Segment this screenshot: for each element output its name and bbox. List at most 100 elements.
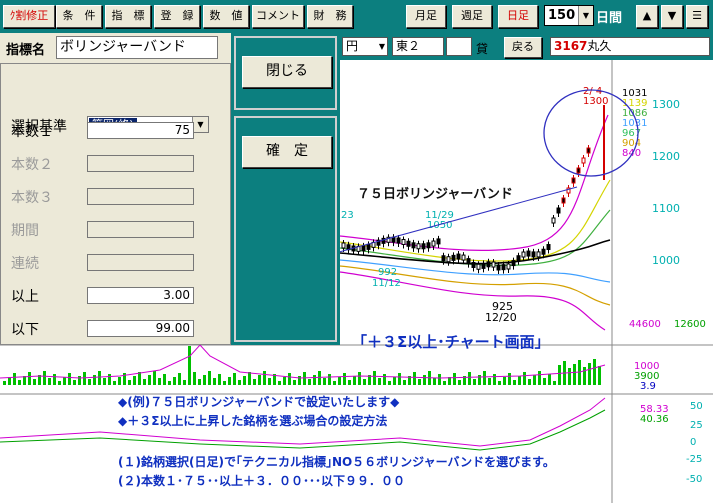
volume-bar — [328, 374, 331, 385]
candle-body — [481, 262, 486, 269]
volume-bar — [543, 378, 546, 385]
price-axis-label: 1000 — [652, 254, 680, 267]
count3-input — [87, 188, 194, 205]
candle-body — [556, 207, 561, 214]
volume-bar — [518, 376, 521, 385]
volume-bar — [143, 379, 146, 385]
band-value-label: 840 — [622, 148, 641, 159]
stock-code-field[interactable]: 3167丸久 — [550, 37, 710, 56]
period-count-select[interactable]: 150 ▼ — [544, 5, 594, 26]
currency-select[interactable]: 円 ▼ — [342, 37, 388, 56]
candle-body — [471, 261, 476, 268]
volume-bar — [423, 375, 426, 385]
volume-bar — [73, 380, 76, 385]
comment-button[interactable]: コメント — [252, 5, 304, 28]
volume-bar — [483, 371, 486, 385]
volume-bar — [88, 379, 91, 385]
volume-bar — [223, 381, 226, 385]
volume-bar — [83, 372, 86, 385]
consecutive-label: 連続 — [11, 256, 39, 272]
period-label: 期間 — [11, 223, 39, 239]
volume-bar — [418, 379, 421, 385]
scroll-down-button[interactable]: ▼ — [661, 5, 683, 28]
volume-bar — [218, 374, 221, 385]
lending-label: 貸 — [476, 42, 489, 56]
osc-axis-label: 0 — [690, 437, 696, 448]
candle-body — [516, 255, 521, 262]
volume-bar — [513, 380, 516, 385]
candle-body — [486, 261, 491, 268]
finance-button[interactable]: 財 務 — [307, 5, 353, 28]
candle-body — [431, 240, 436, 247]
volume-bar — [558, 365, 561, 385]
candle-body — [341, 242, 346, 249]
scroll-up-button[interactable]: ▲ — [636, 5, 658, 28]
volume-bar — [263, 371, 266, 385]
volume-bar — [168, 381, 171, 385]
candle-body — [361, 245, 366, 252]
close-panel: 閉じる — [234, 36, 337, 110]
volume-bar — [533, 375, 536, 385]
volume-bar — [253, 379, 256, 385]
menu-button[interactable]: ☰ — [686, 5, 708, 28]
candle-body — [436, 238, 441, 245]
volume-bar — [278, 381, 281, 385]
volume-bar — [138, 372, 141, 385]
indicator-button[interactable]: 指 標 — [105, 5, 151, 28]
monthly-button[interactable]: 月足 — [406, 5, 446, 28]
chevron-down-icon: ▼ — [578, 6, 593, 25]
osc-axis-label: 25 — [690, 420, 703, 431]
close-button[interactable]: 閉じる — [242, 56, 332, 88]
candle-body — [406, 240, 411, 247]
volume-bar — [178, 373, 181, 385]
volume-bar — [388, 381, 391, 385]
volume-bar — [393, 377, 396, 385]
candle-body — [366, 243, 371, 250]
currency-value: 円 — [346, 39, 359, 53]
osc-axis-label: -50 — [686, 474, 702, 485]
volume-bar — [318, 371, 321, 385]
stock-split-button[interactable]: ｸ割修正 — [3, 5, 55, 28]
volume-bar — [383, 374, 386, 385]
candle-body — [506, 263, 511, 270]
volume-axis-top-green: 12600 — [674, 319, 706, 330]
candle-body — [581, 157, 586, 164]
stock-code: 3167 — [554, 39, 588, 53]
volume-bar — [248, 372, 251, 385]
note-line-3: (１)銘柄選択(日足)で｢テクニカル指標｣NO５６ボリンジャーバンドを選びます。 — [118, 455, 555, 469]
candle-body — [511, 260, 516, 267]
volume-bar — [503, 377, 506, 385]
volume-bar — [48, 378, 51, 385]
candle-body — [456, 253, 461, 260]
candle-body — [476, 263, 481, 270]
daily-button[interactable]: 日足 — [498, 5, 538, 28]
weekly-button[interactable]: 週足 — [452, 5, 492, 28]
volume-bar — [398, 373, 401, 385]
dialog-header: 指標名 ボリンジャーバンド — [0, 33, 231, 63]
volume-bar — [118, 377, 121, 385]
volume-bar — [308, 379, 311, 385]
period-count-value: 150 — [548, 8, 576, 23]
candle-body — [446, 256, 451, 263]
confirm-panel: 確 定 — [234, 116, 337, 342]
volume-bar — [23, 376, 26, 385]
period-input — [87, 221, 194, 238]
register-button[interactable]: 登 録 — [154, 5, 200, 28]
price-axis-label: 1100 — [652, 202, 680, 215]
candle-body — [416, 243, 421, 250]
chart-label-low: 992 — [378, 267, 397, 278]
values-button[interactable]: 数 値 — [203, 5, 249, 28]
min-input[interactable]: 3.00 — [87, 287, 194, 304]
arrow-down-icon: ▼ — [667, 9, 677, 22]
max-input[interactable]: 99.00 — [87, 320, 194, 337]
back-button[interactable]: 戻る — [504, 37, 542, 58]
chart-label-bottomdate: 12/20 — [485, 311, 517, 324]
volume-bar — [243, 376, 246, 385]
volume-bar — [58, 381, 61, 385]
volume-bar — [453, 373, 456, 385]
count1-input[interactable]: 75 — [87, 122, 194, 139]
volume-bar — [438, 374, 441, 385]
volume-bar — [198, 379, 201, 385]
confirm-button[interactable]: 確 定 — [242, 136, 332, 168]
condition-button[interactable]: 条 件 — [56, 5, 102, 28]
